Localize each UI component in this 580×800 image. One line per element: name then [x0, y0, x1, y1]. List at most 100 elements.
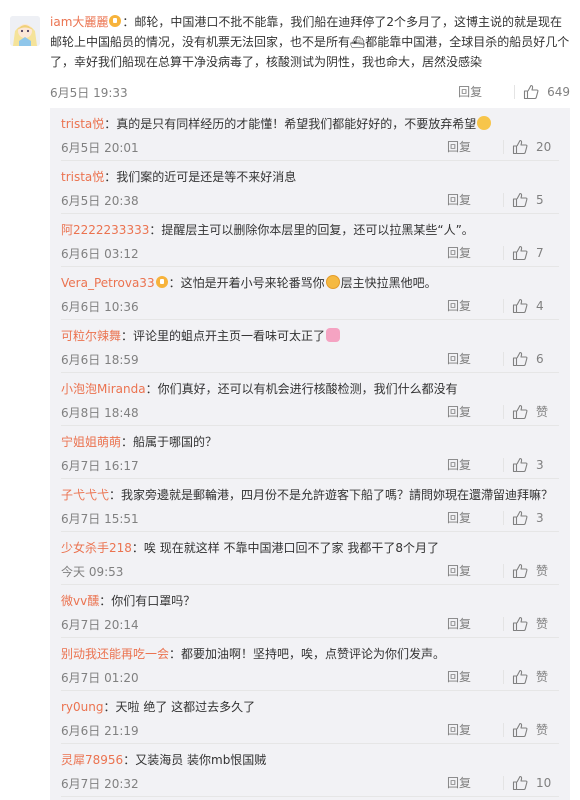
reply-button[interactable]: 回复: [447, 244, 495, 261]
like-button[interactable]: 赞: [512, 668, 558, 685]
reply-username[interactable]: 宁姐姐萌萌: [61, 435, 121, 449]
reply-username[interactable]: 别动我还能再吃一会: [61, 647, 169, 661]
main-comment-time: 6月5日 19:33: [50, 86, 128, 100]
reply-username[interactable]: Vera_Petrova33: [61, 276, 155, 290]
like-button[interactable]: 20: [512, 139, 558, 155]
reply-text: ：船属于哪国的？: [121, 435, 218, 449]
vip-badge-icon: [155, 276, 168, 288]
thumb-up-icon: [512, 510, 528, 525]
reply-button[interactable]: 回复: [447, 297, 495, 314]
divider: [503, 510, 504, 525]
like-button[interactable]: 3: [512, 457, 558, 473]
reply-time: 6月7日 01:20: [61, 671, 139, 685]
reply-username[interactable]: 微vv醺: [61, 594, 99, 608]
reply-item: 子弋弋弋：我家旁邊就是郵輪港，四月份不是允許遊客下船了嗎？請問妳現在還滯留迪拜嘛…: [50, 479, 570, 532]
reply-item: 少女杀手218：唉 现在就这样 不靠中国港口回不了家 我都干了8个月了 今天 09…: [50, 532, 570, 585]
reply-item: 小泡泡Miranda：你们真好，还可以有机会进行核酸检测，我们什么都没有 6月8日…: [50, 373, 570, 426]
thumb-up-icon: [512, 775, 528, 790]
reply-item: Vera_Petrova33 ：这怕是开着小号来轮番骂你 层主快拉黑他吧。 6月6日 …: [50, 267, 570, 320]
reply-time: 6月8日 18:48: [61, 406, 139, 420]
reply-time: 6月7日 15:51: [61, 512, 139, 526]
laughing-face-icon: [325, 275, 340, 289]
like-count: 4: [536, 298, 544, 313]
like-button[interactable]: 赞: [512, 403, 558, 420]
reply-text-cont: 层主快拉黑他吧。: [340, 276, 437, 290]
reply-list: trista悦：真的是只有同样经历的才能懂！希望我们都能好好的，不要放弃希望 6月…: [50, 108, 570, 800]
main-username[interactable]: iam大麗麗: [50, 15, 108, 29]
thumb-up-icon: [512, 139, 528, 154]
reply-text: ：真的是只有同样经历的才能懂！希望我们都能好好的，不要放弃希望: [104, 117, 477, 131]
like-button[interactable]: 5: [512, 192, 558, 208]
like-count: 赞: [536, 564, 549, 578]
reply-username[interactable]: 少女杀手218: [61, 541, 132, 555]
thumb-up-icon: [524, 84, 539, 99]
reply-time: 6月6日 21:19: [61, 724, 139, 738]
reply-text: ：提醒层主可以删除你本层里的回复，还可以拉黑某些“人”。: [149, 223, 474, 237]
reply-item: 阿2222233333：提醒层主可以删除你本层里的回复，还可以拉黑某些“人”。 6…: [50, 214, 570, 267]
reply-line: 小泡泡Miranda：你们真好，还可以有机会进行核酸检测，我们什么都没有: [61, 380, 458, 397]
reply-line: Vera_Petrova33 ：这怕是开着小号来轮番骂你 层主快拉黑他吧。: [61, 274, 437, 291]
reply-button[interactable]: 回复: [447, 350, 495, 367]
like-button[interactable]: 3: [512, 510, 558, 526]
reply-line: 可粒尔辣舞：评论里的蛆点开主页一看味可太正了: [61, 327, 341, 344]
reply-button[interactable]: 回复: [458, 83, 506, 100]
reply-username[interactable]: 阿2222233333: [61, 223, 149, 237]
divider: [503, 722, 504, 737]
reply-line: trista悦：真的是只有同样经历的才能懂！希望我们都能好好的，不要放弃希望: [61, 115, 492, 132]
thumb-up-icon: [512, 245, 528, 260]
like-count: 5: [536, 192, 544, 207]
reply-username[interactable]: trista悦: [61, 117, 104, 131]
reply-text: ：天啦 绝了 这都过去多久了: [103, 700, 256, 714]
like-button[interactable]: 6: [512, 351, 558, 367]
reply-button[interactable]: 回复: [447, 562, 495, 579]
divider: [503, 616, 504, 631]
reply-button[interactable]: 回复: [447, 774, 495, 791]
like-button[interactable]: 649: [523, 84, 570, 100]
reply-actions: 回复 3: [447, 509, 558, 526]
reply-button[interactable]: 回复: [447, 191, 495, 208]
reply-text: ：我们案的近可是还是等不来好消息: [104, 170, 297, 184]
reply-actions: 回复 20: [447, 138, 558, 155]
ship-icon: ⛴: [350, 35, 366, 49]
reply-text: ：又装海员 装你mb恨国贼: [123, 753, 267, 767]
reply-actions: 回复 6: [447, 350, 558, 367]
reply-button[interactable]: 回复: [447, 615, 495, 632]
reply-button[interactable]: 回复: [447, 403, 495, 420]
reply-button[interactable]: 回复: [447, 456, 495, 473]
divider: [503, 192, 504, 207]
reply-button[interactable]: 回复: [447, 138, 495, 155]
like-button[interactable]: 赞: [512, 562, 558, 579]
like-button[interactable]: 10: [512, 775, 558, 791]
reply-line: 灵犀78956：又装海员 装你mb恨国贼: [61, 751, 266, 768]
thumb-up-icon: [512, 351, 528, 366]
like-button[interactable]: 4: [512, 298, 558, 314]
reply-text: ：唉 现在就这样 不靠中国港口回不了家 我都干了8个月了: [131, 541, 439, 555]
reply-username[interactable]: trista悦: [61, 170, 104, 184]
like-count: 3: [536, 510, 544, 525]
thumb-up-icon: [512, 563, 528, 578]
reply-line: 子弋弋弋：我家旁邊就是郵輪港，四月份不是允許遊客下船了嗎？請問妳現在還滯留迪拜嘛…: [61, 486, 553, 503]
reply-username[interactable]: 子弋弋弋: [61, 488, 109, 502]
reply-button[interactable]: 回复: [447, 509, 495, 526]
like-count: 649: [547, 84, 570, 99]
reply-username[interactable]: 灵犀78956: [61, 753, 123, 767]
thumb-up-icon: [512, 457, 528, 472]
reply-username[interactable]: 可粒尔辣舞: [61, 329, 121, 343]
reply-button[interactable]: 回复: [447, 668, 495, 685]
reply-button[interactable]: 回复: [447, 721, 495, 738]
reply-line: 别动我还能再吃一会：都要加油啊！坚持吧，唉，点赞评论为你们发声。: [61, 645, 445, 662]
reply-text: ：我家旁邊就是郵輪港，四月份不是允許遊客下船了嗎？請問妳現在還滯留迪拜嘛？: [109, 488, 554, 502]
like-button[interactable]: 7: [512, 245, 558, 261]
reply-text: ：这怕是开着小号来轮番骂你: [168, 276, 325, 290]
like-count: 3: [536, 457, 544, 472]
reply-username[interactable]: ry0ung: [61, 700, 104, 714]
reply-item: 宁姐姐萌萌：船属于哪国的？ 6月7日 16:17 回复 3: [50, 426, 570, 479]
reply-actions: 回复 7: [447, 244, 558, 261]
reply-line: ry0ung：天啦 绝了 这都过去多久了: [61, 698, 255, 715]
reply-text: ：评论里的蛆点开主页一看味可太正了: [121, 329, 326, 343]
like-button[interactable]: 赞: [512, 615, 558, 632]
avatar[interactable]: [10, 16, 40, 46]
divider: [503, 351, 504, 366]
reply-username[interactable]: 小泡泡Miranda: [61, 382, 146, 396]
like-button[interactable]: 赞: [512, 721, 558, 738]
